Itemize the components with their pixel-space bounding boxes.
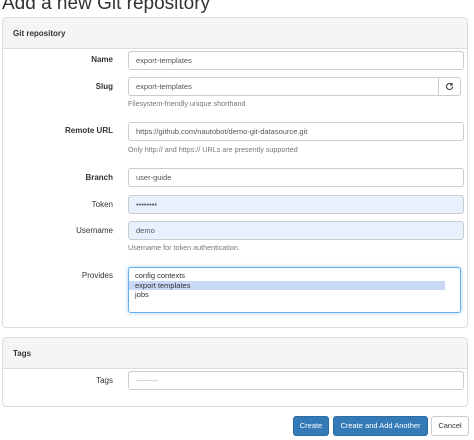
branch-label: Branch xyxy=(85,173,113,182)
username-input[interactable]: demo xyxy=(128,221,464,240)
slug-help: Filesystem-friendly unique shorthand xyxy=(128,99,246,108)
provides-label: Provides xyxy=(81,271,113,280)
refresh-icon xyxy=(445,82,454,90)
remote-url-label: Remote URL xyxy=(64,126,113,135)
username-help: Username for token authentication. xyxy=(128,243,240,252)
create-and-add-another-button[interactable]: Create and Add Another xyxy=(333,416,428,436)
slug-input[interactable]: export-templates xyxy=(128,77,439,96)
git-repository-heading: Git repository xyxy=(3,18,467,49)
tags-label: Tags xyxy=(96,376,113,385)
tags-panel: Tags Tags --------- xyxy=(2,337,468,407)
git-repository-panel: Git repository Name export-templates Slu… xyxy=(2,17,468,328)
tags-heading: Tags xyxy=(3,338,467,369)
create-button[interactable]: Create xyxy=(293,416,329,436)
branch-input[interactable]: user-guide xyxy=(128,168,464,187)
token-input[interactable]: •••••••• xyxy=(128,195,464,214)
provides-option-config-contexts[interactable]: config contexts xyxy=(129,271,460,281)
remote-url-input[interactable]: https://github.com/nautobot/demo-git-dat… xyxy=(128,122,464,141)
token-label: Token xyxy=(91,200,113,209)
username-label: Username xyxy=(76,226,113,235)
provides-select[interactable]: config contexts export templates jobs xyxy=(128,267,461,313)
regenerate-slug-button[interactable] xyxy=(438,77,461,96)
name-label: Name xyxy=(91,55,113,64)
remote-url-help: Only http:// and https:// URLs are prese… xyxy=(128,145,298,154)
name-input[interactable]: export-templates xyxy=(128,51,464,70)
page-title: Add a new Git repository xyxy=(2,0,211,14)
cancel-button[interactable]: Cancel xyxy=(431,416,469,436)
provides-option-jobs[interactable]: jobs xyxy=(129,290,460,300)
slug-label: Slug xyxy=(95,82,113,91)
provides-option-export-templates[interactable]: export templates xyxy=(129,280,445,290)
tags-select[interactable]: --------- xyxy=(128,371,464,390)
